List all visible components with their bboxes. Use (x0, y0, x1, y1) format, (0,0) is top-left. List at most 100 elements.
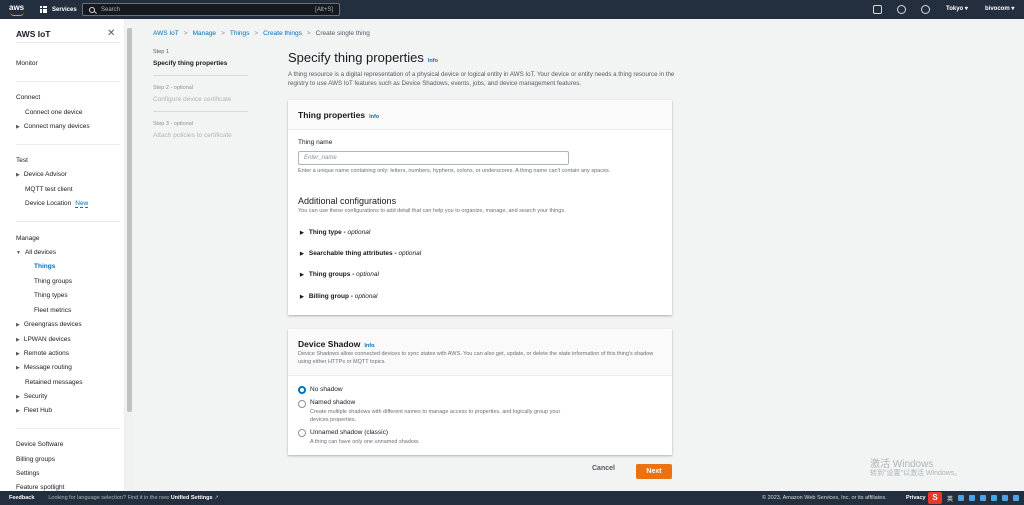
info-link[interactable]: Info (428, 58, 438, 64)
ime-menu-icon[interactable] (1013, 495, 1020, 501)
step-3-label: Step 3 - optional (153, 121, 194, 127)
page-description: A thing resource is a digital representa… (288, 71, 675, 87)
optional-text: optional (354, 293, 378, 300)
ime-lang-toggle[interactable]: 英 (947, 494, 953, 503)
caret-right-icon: ▶ (300, 230, 304, 236)
sidebar-item-thing-groups[interactable]: Thing groups (34, 278, 72, 285)
device-shadow-card: Device Shadow Info Device Shadows allow c… (288, 329, 672, 455)
named-shadow-radio[interactable] (298, 400, 306, 408)
copyright: © 2023, Amazon Web Services, Inc. or its… (762, 495, 887, 501)
privacy-link[interactable]: Privacy (906, 495, 926, 501)
additional-configurations-desc: You can use these configurations to add … (298, 208, 566, 214)
unnamed-shadow-radio[interactable] (298, 429, 306, 437)
additional-configurations-title: Additional configurations (298, 196, 397, 206)
search-input[interactable]: Search [Alt+S] (82, 3, 340, 16)
breadcrumb-aws-iot[interactable]: AWS IoT (153, 30, 179, 37)
language-notice-text: Looking for language selection? Find it … (48, 495, 170, 501)
thing-properties-card: Thing properties Info Thing name Enter_na… (288, 100, 672, 315)
breadcrumb-separator: > (306, 30, 311, 37)
sidebar-item-label: Remote actions (23, 350, 70, 357)
billing-group-expander[interactable]: ▶ Billing group - optional (300, 293, 378, 300)
sidebar-item-device-location[interactable]: Device Location New (25, 200, 89, 208)
sidebar-item-all-devices[interactable]: ▼ All devices (16, 249, 56, 256)
step-1-title[interactable]: Specify thing properties (153, 60, 227, 67)
thing-type-expander[interactable]: ▶ Thing type - optional (300, 229, 370, 236)
sidebar-item-lpwan[interactable]: ▶ LPWAN devices (16, 336, 71, 343)
grid-icon (40, 6, 47, 13)
sidebar-item-fleet-hub[interactable]: ▶ Fleet Hub (16, 407, 52, 414)
feedback-link[interactable]: Feedback (9, 495, 34, 501)
no-shadow-radio[interactable] (298, 386, 306, 394)
breadcrumb-manage[interactable]: Manage (193, 30, 217, 37)
ime-skin-icon[interactable] (1002, 495, 1009, 501)
caret-right-icon: ▶ (16, 351, 20, 357)
step-3-title: Attach policies to certificate (153, 132, 232, 139)
page-title-text: Specify thing properties (288, 50, 424, 65)
notifications-bell-icon[interactable] (897, 5, 906, 14)
services-menu[interactable]: Services (40, 6, 77, 13)
ime-logo-icon[interactable]: S (928, 492, 942, 504)
sidebar-item-security[interactable]: ▶ Security (16, 393, 47, 400)
step-2-title: Configure device certificate (153, 96, 232, 103)
close-icon[interactable]: ✕ (107, 28, 115, 39)
info-link[interactable]: Info (364, 343, 374, 349)
sidebar-item-mqtt[interactable]: MQTT test client (25, 186, 73, 193)
aws-smile-icon (10, 12, 24, 16)
sidebar-section-test: Test (16, 157, 28, 164)
sidebar-scrollbar-thumb[interactable] (127, 28, 132, 412)
info-link[interactable]: Info (369, 114, 379, 120)
sidebar-title: AWS IoT (16, 29, 51, 39)
caret-right-icon: ▶ (16, 322, 20, 328)
cloudshell-icon[interactable] (873, 5, 882, 14)
region-selector[interactable]: Tokyo ▾ (946, 5, 968, 12)
caret-right-icon: ▶ (16, 394, 20, 400)
sidebar-item-fleet-metrics[interactable]: Fleet metrics (34, 307, 71, 314)
thing-name-input[interactable]: Enter_name (298, 151, 569, 165)
thing-groups-expander[interactable]: ▶ Thing groups - optional (300, 271, 379, 278)
search-shortcut: [Alt+S] (315, 6, 333, 13)
sidebar-item-settings[interactable]: Settings (16, 470, 40, 477)
searchable-attributes-expander[interactable]: ▶ Searchable thing attributes - optional (300, 250, 421, 257)
sidebar-item-things[interactable]: Things (34, 263, 55, 270)
divider (153, 111, 248, 112)
ime-emoji-icon[interactable] (969, 495, 976, 501)
sidebar-item-connect-one[interactable]: Connect one device (25, 109, 82, 116)
cancel-button[interactable]: Cancel (592, 465, 615, 472)
divider (16, 428, 120, 429)
sidebar-item-thing-types[interactable]: Thing types (34, 292, 68, 299)
sidebar-item-billing-groups[interactable]: Billing groups (16, 456, 55, 463)
ime-punctuation-icon[interactable] (958, 495, 965, 501)
sidebar-item-remote-actions[interactable]: ▶ Remote actions (16, 350, 69, 357)
sidebar-item-label: LPWAN devices (23, 336, 71, 343)
breadcrumb-things[interactable]: Things (230, 30, 250, 37)
ime-toolbar: S 英 (928, 492, 1020, 504)
aws-logo-text: aws (9, 2, 25, 12)
card-title-text: Thing properties (298, 110, 366, 120)
sidebar-item-message-routing[interactable]: ▶ Message routing (16, 364, 72, 371)
account-menu[interactable]: bivocom ▾ (985, 5, 1014, 12)
help-icon[interactable] (921, 5, 930, 14)
sidebar-item-retained-messages[interactable]: Retained messages (25, 379, 82, 386)
unified-settings-link[interactable]: Unified Settings (171, 495, 213, 501)
breadcrumb: AWS IoT > Manage > Things > Create thing… (153, 30, 370, 37)
ime-keyboard-icon[interactable] (991, 495, 998, 501)
caret-right-icon: ▶ (16, 365, 20, 371)
activation-watermark-sub: 转到"设置"以激活 Windows。 (870, 470, 962, 477)
sidebar-item-monitor[interactable]: Monitor (16, 60, 38, 67)
sidebar-item-greengrass[interactable]: ▶ Greengrass devices (16, 321, 82, 328)
breadcrumb-create-things[interactable]: Create things (263, 30, 302, 37)
sidebar-item-device-software[interactable]: Device Software (16, 441, 63, 448)
sidebar-item-label: Security (23, 393, 48, 400)
sidebar-item-connect-many[interactable]: ▶ Connect many devices (16, 123, 90, 130)
optional-text: optional (356, 271, 379, 278)
breadcrumb-separator: > (221, 30, 225, 37)
next-button[interactable]: Next (636, 464, 672, 479)
sidebar-item-feature-spotlight[interactable]: Feature spotlight (16, 484, 64, 491)
ime-mic-icon[interactable] (980, 495, 987, 501)
sidebar-item-device-advisor[interactable]: ▶ Device Advisor (16, 171, 67, 178)
named-shadow-label: Named shadow (310, 399, 356, 406)
thing-name-hint: Enter a unique name containing only: let… (298, 168, 611, 174)
aws-logo[interactable]: aws (8, 3, 30, 17)
language-notice: Looking for language selection? Find it … (48, 495, 218, 501)
footer: Feedback Looking for language selection?… (0, 491, 1024, 505)
